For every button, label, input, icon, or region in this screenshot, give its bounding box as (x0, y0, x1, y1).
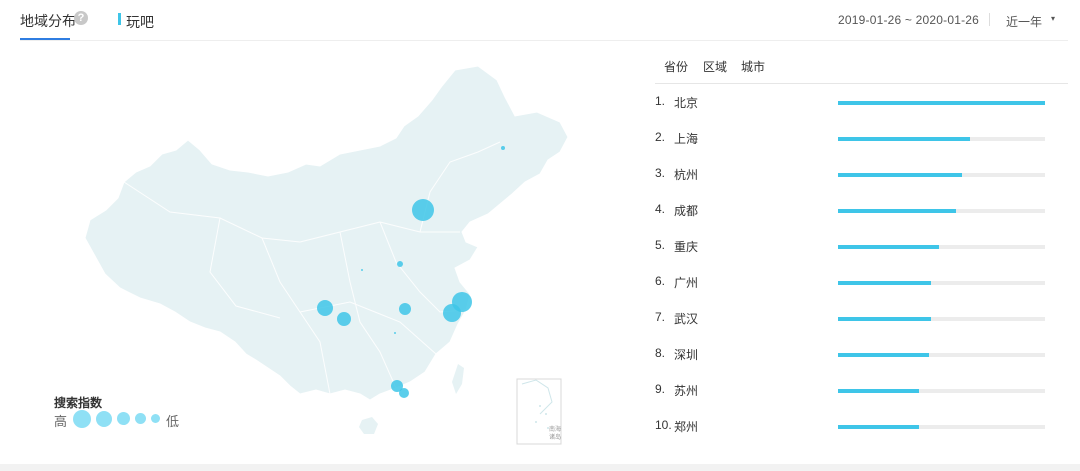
bar-fill (838, 137, 971, 141)
legend-dot-xs (151, 414, 160, 423)
city-name: 重庆 (674, 240, 699, 254)
list-item: 10. 郑州 (655, 414, 1068, 438)
legend-dot-s (135, 413, 146, 424)
rank-number: 9. (655, 382, 666, 396)
ranking-divider (655, 83, 1068, 84)
list-item: 3. 杭州 (655, 162, 1068, 186)
legend-dot-l (96, 411, 112, 427)
city-name: 北京 (674, 96, 699, 110)
header-divider (20, 40, 1068, 41)
legend-title: 搜索指数 (54, 396, 103, 410)
bubble-zhengzhou[interactable] (397, 261, 403, 267)
bar-fill (838, 425, 919, 429)
bubble-hangzhou[interactable] (443, 304, 461, 322)
tab-region-distribution[interactable]: 地域分布 (20, 11, 76, 31)
list-item: 4. 成都 (655, 198, 1068, 222)
bar-track (838, 317, 1045, 321)
bar-fill (838, 281, 932, 285)
list-item: 8. 深圳 (655, 342, 1068, 366)
list-item: 1. 北京 (655, 90, 1068, 114)
china-mainland-shape (84, 65, 569, 401)
tab-province[interactable]: 省份 (664, 58, 688, 75)
tab-area[interactable]: 区域 (703, 58, 727, 75)
city-name: 杭州 (674, 168, 699, 182)
list-item: 5. 重庆 (655, 234, 1068, 258)
rank-number: 3. (655, 166, 666, 180)
period-select[interactable]: 近一年 (1006, 13, 1042, 30)
bar-track (838, 137, 1045, 141)
bar-track (838, 245, 1045, 249)
list-item: 9. 苏州 (655, 378, 1068, 402)
bar-fill (838, 173, 963, 177)
rank-number: 10. (655, 418, 672, 432)
date-range[interactable]: 2019-01-26 ~ 2020-01-26 (838, 13, 979, 27)
legend-high-label: 高 (54, 414, 68, 429)
bubble-shenzhen[interactable] (399, 388, 409, 398)
taiwan-island (452, 364, 464, 394)
bar-track (838, 209, 1045, 213)
tab-city[interactable]: 城市 (741, 58, 765, 75)
hainan-island (359, 417, 378, 434)
bar-track (838, 173, 1045, 177)
list-item: 6. 广州 (655, 270, 1068, 294)
keyword-label: 玩吧 (126, 14, 154, 30)
rank-number: 2. (655, 130, 666, 144)
city-name: 苏州 (674, 384, 699, 398)
bar-fill (838, 317, 932, 321)
footer-band (0, 464, 1080, 471)
list-item: 2. 上海 (655, 126, 1068, 150)
legend-low-label: 低 (166, 414, 180, 429)
bubble-beijing[interactable] (412, 199, 434, 221)
legend-dot-m (117, 412, 130, 425)
bar-fill (838, 389, 919, 393)
rank-number: 4. (655, 202, 666, 216)
city-name: 广州 (674, 276, 699, 290)
rank-number: 5. (655, 238, 666, 252)
bar-track (838, 425, 1045, 429)
bar-track (838, 389, 1045, 393)
chevron-down-icon[interactable]: ▾ (1051, 14, 1055, 23)
city-name: 武汉 (674, 312, 699, 326)
south-sea-inset: 南海 诸岛 (516, 378, 562, 445)
bubble-chongqing[interactable] (337, 312, 351, 326)
city-name: 郑州 (674, 420, 699, 434)
legend-dot-xl (73, 410, 91, 428)
bar-fill (838, 245, 940, 249)
bubble-harbin[interactable] (501, 146, 505, 150)
bar-fill (838, 101, 1045, 105)
city-name: 深圳 (674, 348, 699, 362)
list-item: 7. 武汉 (655, 306, 1068, 330)
bar-track (838, 101, 1045, 105)
rank-number: 8. (655, 346, 666, 360)
bubble-small-1[interactable] (361, 269, 363, 271)
bubble-chengdu[interactable] (317, 300, 333, 316)
rank-number: 7. (655, 310, 666, 324)
city-name: 上海 (674, 132, 699, 146)
rank-number: 1. (655, 94, 666, 108)
rank-number: 6. (655, 274, 666, 288)
bar-track (838, 281, 1045, 285)
question-icon[interactable]: ? (74, 11, 88, 25)
city-name: 成都 (674, 204, 699, 218)
bar-track (838, 353, 1045, 357)
top-bar: 地域分布 ? 玩吧 2019-01-26 ~ 2020-01-26 近一年 ▾ (0, 0, 1080, 42)
inset-label-line2: 诸岛 (549, 433, 561, 441)
divider (989, 13, 990, 26)
bubble-small-2[interactable] (394, 332, 396, 334)
keyword-color-marker (118, 13, 121, 25)
bar-fill (838, 209, 956, 213)
bar-fill (838, 353, 930, 357)
inset-label-line1: 南海 (549, 425, 561, 433)
bubble-wuhan[interactable] (399, 303, 411, 315)
